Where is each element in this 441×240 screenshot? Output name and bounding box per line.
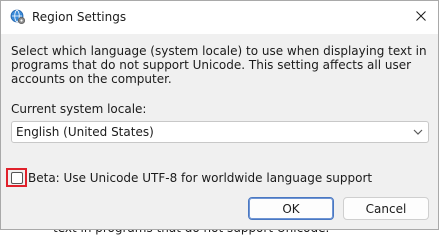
close-button[interactable] [404, 1, 438, 33]
ok-button[interactable]: OK [248, 197, 334, 220]
globe-settings-icon [10, 9, 26, 25]
region-settings-dialog: Region Settings Select which language (s… [0, 0, 439, 230]
beta-utf8-checkbox-label[interactable]: Beta: Use Unicode UTF-8 for worldwide la… [28, 171, 372, 185]
system-locale-select[interactable]: English (United States) [11, 121, 429, 143]
beta-utf8-checkbox-highlight [6, 168, 27, 187]
dialog-content: Select which language (system locale) to… [1, 34, 438, 229]
close-icon [416, 10, 426, 24]
system-locale-value: English (United States) [16, 125, 154, 139]
chevron-down-icon [412, 126, 424, 138]
dialog-title: Region Settings [32, 10, 127, 24]
beta-utf8-checkbox[interactable] [10, 171, 23, 184]
cancel-button[interactable]: Cancel [343, 197, 429, 220]
title-bar[interactable]: Region Settings [1, 1, 438, 34]
locale-description: Select which language (system locale) to… [11, 44, 427, 86]
screen: text in programs that do not support Uni… [0, 0, 441, 236]
current-locale-label: Current system locale: [11, 102, 147, 116]
